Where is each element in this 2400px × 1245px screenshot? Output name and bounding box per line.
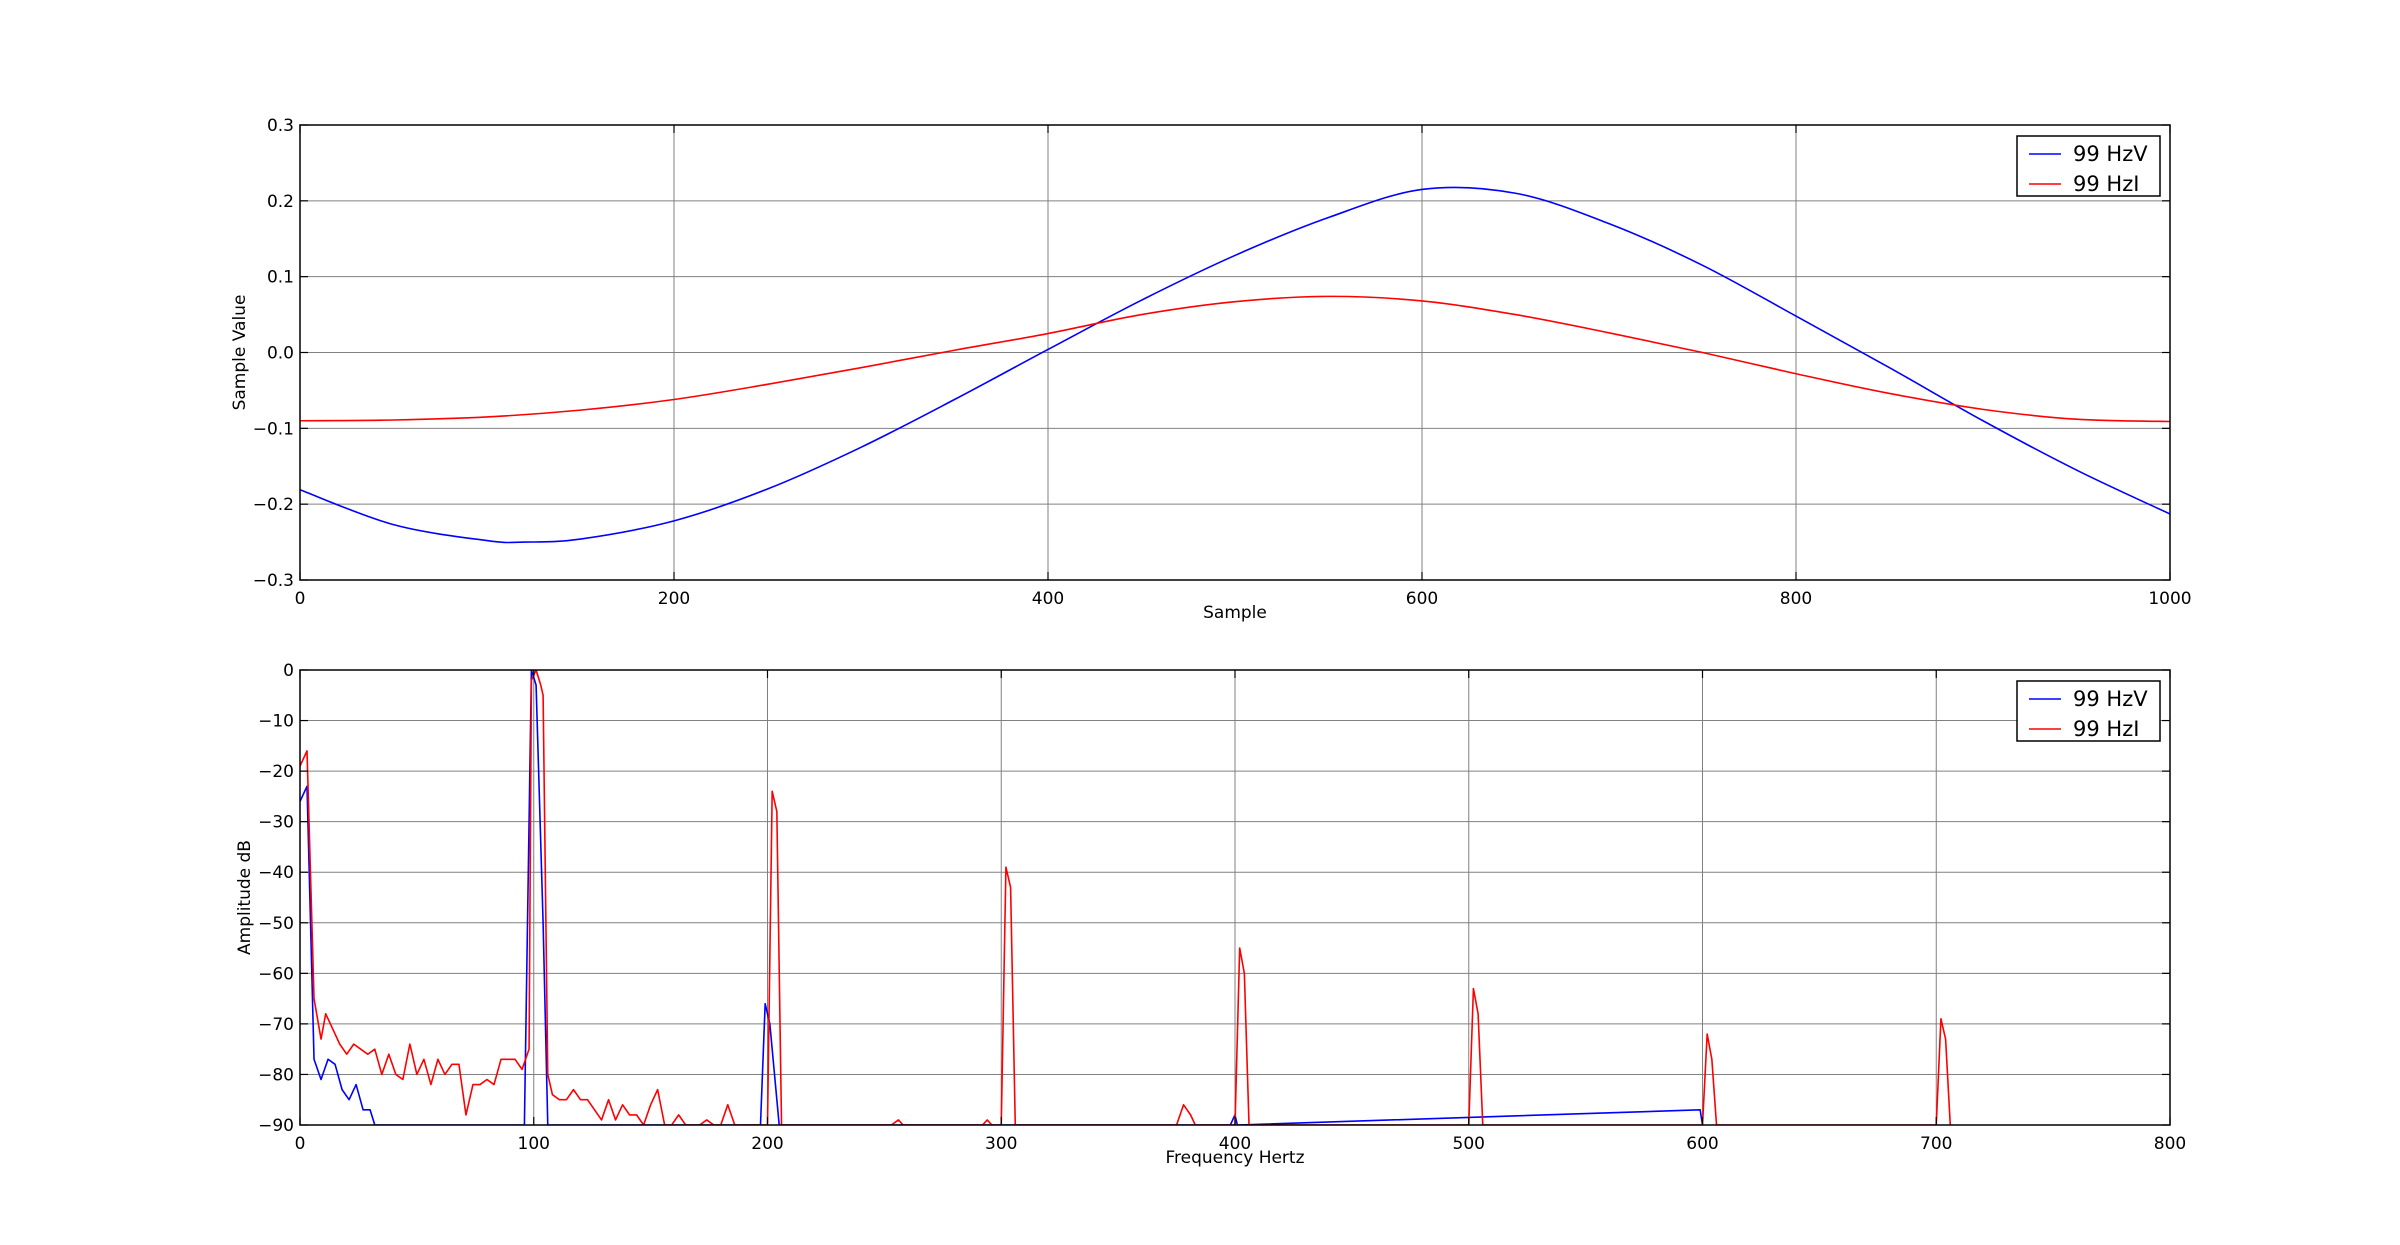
y-tick-label: −10: [258, 712, 294, 732]
spectrum-xlabel: Frequency Hertz: [1165, 1148, 1304, 1168]
time-domain-legend-label-voltage: 99 HzV: [2073, 142, 2148, 166]
y-tick-label: 0.2: [267, 192, 294, 212]
spectrum-legend-label-current: 99 HzI: [2073, 717, 2139, 741]
y-tick-label: 0.0: [267, 344, 294, 364]
y-tick-label: 0.3: [267, 116, 294, 136]
y-tick-label: 0: [283, 661, 294, 681]
x-tick-label: 800: [1780, 589, 1812, 609]
x-tick-label: 200: [658, 589, 690, 609]
y-tick-label: −80: [258, 1065, 294, 1085]
time-domain-legend-label-current: 99 HzI: [2073, 172, 2139, 196]
y-tick-label: 0.1: [267, 268, 294, 288]
x-tick-label: 700: [1920, 1134, 1952, 1154]
spectrum-ylabel: Amplitude dB: [235, 840, 255, 955]
y-tick-label: −40: [258, 863, 294, 883]
y-tick-label: −0.2: [253, 495, 294, 515]
x-tick-label: 100: [518, 1134, 550, 1154]
x-tick-label: 500: [1453, 1134, 1485, 1154]
y-tick-label: −0.1: [253, 419, 294, 439]
x-tick-label: 600: [1686, 1134, 1718, 1154]
x-tick-label: 600: [1406, 589, 1438, 609]
y-tick-label: −50: [258, 914, 294, 934]
spectrum-legend-label-voltage: 99 HzV: [2073, 687, 2148, 711]
x-tick-label: 400: [1032, 589, 1064, 609]
x-tick-label: 200: [751, 1134, 783, 1154]
y-tick-label: −70: [258, 1015, 294, 1035]
x-tick-label: 300: [985, 1134, 1017, 1154]
time-domain-xlabel: Sample: [1203, 603, 1267, 623]
x-tick-label: 0: [295, 1134, 306, 1154]
time-domain-legend: 99 HzV 99 HzI: [2016, 135, 2161, 197]
y-tick-label: −60: [258, 964, 294, 984]
y-tick-label: −90: [258, 1116, 294, 1136]
x-tick-label: 1000: [2148, 589, 2191, 609]
time-domain-ylabel: Sample Value: [230, 295, 250, 411]
spectrum-legend: 99 HzV 99 HzI: [2016, 680, 2161, 742]
x-tick-label: 0: [295, 589, 306, 609]
y-tick-label: −0.3: [253, 571, 294, 591]
figure: 0 200 400 600 800 1000−0.3−0.2−0.10.00.10.20.…: [0, 0, 2400, 1245]
y-tick-label: −20: [258, 762, 294, 782]
x-tick-label: 800: [2154, 1134, 2186, 1154]
y-tick-label: −30: [258, 813, 294, 833]
